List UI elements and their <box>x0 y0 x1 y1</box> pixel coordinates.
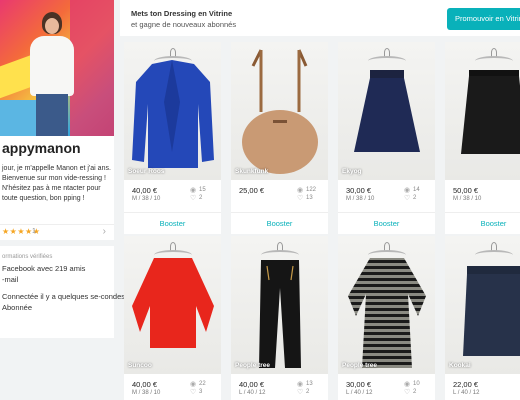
skirt-image <box>354 70 420 152</box>
item-card[interactable]: Suncoo 40,00 € M / 38 / 10 ◉ 22 ♡ 3 <box>124 236 221 400</box>
item-size: M / 38 / 10 <box>132 196 161 202</box>
item-price: 40,00 € <box>132 186 158 195</box>
item-photo[interactable]: Soeur Roos <box>124 42 221 180</box>
item-favs: 2 <box>413 389 417 395</box>
rating-count: 1 <box>32 228 36 235</box>
item-favs: 2 <box>306 389 310 395</box>
item-price: 40,00 € <box>239 380 265 389</box>
email-verification: -mail <box>2 275 19 284</box>
profile-rating[interactable]: ★★★★★ 1 › <box>0 224 114 240</box>
item-card[interactable]: Kookai 22,00 € L / 40 / 12 <box>445 236 520 400</box>
item-views: 14 <box>413 187 420 193</box>
item-photo[interactable]: Suncoo <box>124 236 221 374</box>
item-favs: 3 <box>199 389 203 395</box>
eye-icon: ◉ <box>297 187 304 194</box>
item-photo[interactable]: Skunkfunk <box>231 42 328 180</box>
item-favs: 2 <box>199 195 203 201</box>
item-size: L / 40 / 12 <box>239 390 266 396</box>
eye-icon: ◉ <box>297 381 304 388</box>
facebook-verification: Facebook avec 219 amis <box>2 264 86 273</box>
profile-bio: jour, je m'appelle Manon et j'ai ans. Bi… <box>2 165 111 202</box>
boost-button[interactable]: Booster <box>124 212 221 234</box>
item-brand: People tree <box>235 362 271 369</box>
heart-icon: ♡ <box>297 195 304 202</box>
item-favs: 2 <box>413 195 417 201</box>
item-views: 122 <box>306 187 317 193</box>
denim-skirt-image <box>463 266 520 356</box>
item-views: 15 <box>199 187 206 193</box>
heart-icon: ♡ <box>190 389 197 396</box>
item-price: 22,00 € <box>453 380 479 389</box>
item-size: L / 40 / 12 <box>453 390 480 396</box>
item-card[interactable]: Soeur Roos 40,00 € M / 38 / 10 ◉ 15 ♡ 2 … <box>124 42 221 234</box>
eye-icon: ◉ <box>190 187 197 194</box>
item-size: L / 40 / 12 <box>346 390 373 396</box>
item-price: 40,00 € <box>132 380 158 389</box>
item-brand: Soeur Roos <box>128 168 165 175</box>
item-price: 25,00 € <box>239 186 265 195</box>
profile-avatar[interactable] <box>22 6 82 136</box>
item-card[interactable]: 50,00 € M / 38 / 10 Booster <box>445 42 520 234</box>
eye-icon: ◉ <box>190 381 197 388</box>
handbag-image <box>242 49 318 174</box>
black-skirt-image <box>461 70 520 154</box>
profile-info-card: ormations vérifiées Facebook avec 219 am… <box>0 246 125 338</box>
item-favs: 13 <box>306 195 313 201</box>
heart-icon: ♡ <box>190 195 197 202</box>
item-brand: Ekyog <box>342 168 362 175</box>
item-photo[interactable]: Kookai <box>445 236 520 374</box>
promo-banner: Mets ton Dressing en Vitrine et gagne de… <box>120 0 520 36</box>
item-card[interactable]: Skunkfunk 25,00 € ◉ 122 ♡ 13 Booster <box>231 42 328 234</box>
subscribers-info: Abonnée <box>2 303 33 312</box>
eye-icon: ◉ <box>404 187 411 194</box>
chevron-right-icon: › <box>102 226 106 237</box>
item-brand: Kookai <box>449 362 471 369</box>
item-photo[interactable]: Ekyog <box>338 42 435 180</box>
item-size: M / 38 / 10 <box>453 196 482 202</box>
item-views: 13 <box>306 381 313 387</box>
item-price: 30,00 € <box>346 186 372 195</box>
item-size: M / 38 / 10 <box>346 196 375 202</box>
item-brand: Skunkfunk <box>235 168 269 175</box>
boost-button[interactable]: Booster <box>231 212 328 234</box>
striped-dress-image <box>348 258 426 368</box>
profile-card: appymanon jour, je m'appelle Manon et j'… <box>0 0 114 226</box>
eye-icon: ◉ <box>404 381 411 388</box>
item-photo[interactable] <box>445 42 520 180</box>
item-brand: Suncoo <box>128 362 152 369</box>
item-price: 30,00 € <box>346 380 372 389</box>
verified-info-label: ormations vérifiées <box>2 254 53 260</box>
profile-username: appymanon <box>2 140 81 156</box>
banner-title: Mets ton Dressing en Vitrine <box>131 9 233 18</box>
item-views: 10 <box>413 381 420 387</box>
boost-button[interactable]: Booster <box>338 212 435 234</box>
blazer-image <box>132 60 214 168</box>
profile-sidebar: appymanon jour, je m'appelle Manon et j'… <box>0 0 125 400</box>
red-sweater-image <box>132 258 214 348</box>
item-price: 50,00 € <box>453 186 479 195</box>
black-trousers-image <box>259 260 301 368</box>
profile-cover-photo <box>0 0 114 136</box>
item-brand: People tree <box>342 362 378 369</box>
boost-button[interactable]: Booster <box>445 212 520 234</box>
last-connected: Connectée il y a quelques se-condes <box>2 292 125 301</box>
promote-showcase-button[interactable]: Promouvoir en Vitrine <box>447 8 520 30</box>
item-size: M / 38 / 10 <box>132 390 161 396</box>
banner-subtitle: et gagne de nouveaux abonnés <box>131 20 237 29</box>
item-views: 22 <box>199 381 206 387</box>
item-card[interactable]: Ekyog 30,00 € M / 38 / 10 ◉ 14 ♡ 2 Boost… <box>338 42 435 234</box>
heart-icon: ♡ <box>297 389 304 396</box>
heart-icon: ♡ <box>404 195 411 202</box>
item-photo[interactable]: People tree <box>338 236 435 374</box>
item-photo[interactable]: People tree <box>231 236 328 374</box>
item-card[interactable]: People tree 40,00 € L / 40 / 12 ◉ 13 ♡ 2 <box>231 236 328 400</box>
item-card[interactable]: People tree 30,00 € L / 40 / 12 ◉ 10 ♡ 2 <box>338 236 435 400</box>
heart-icon: ♡ <box>404 389 411 396</box>
